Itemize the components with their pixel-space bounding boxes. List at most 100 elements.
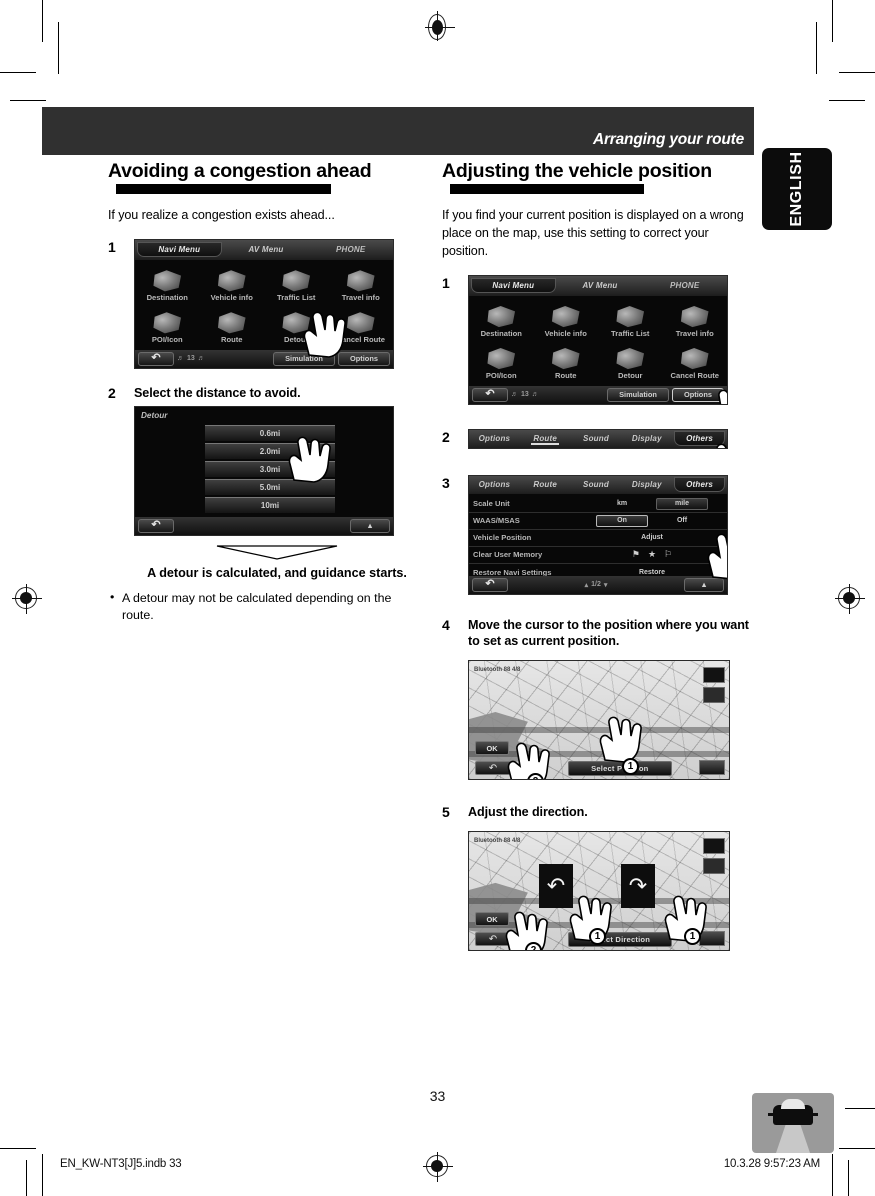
tab-display[interactable]: Display: [621, 434, 672, 443]
step-number: 2: [108, 384, 116, 401]
tab-phone[interactable]: PHONE: [642, 281, 727, 290]
tab-sound[interactable]: Sound: [571, 434, 622, 443]
registration-mark-top: [425, 11, 455, 41]
map-button[interactable]: ▲: [684, 577, 725, 592]
tab-route[interactable]: Route: [520, 434, 571, 446]
page-down-icon[interactable]: ▾: [604, 581, 608, 589]
menu-item-detour[interactable]: Detour: [598, 340, 663, 382]
menu-item-poi-icon[interactable]: POI/Icon: [135, 304, 200, 346]
back-button[interactable]: ↶: [475, 932, 511, 947]
menu-item-cancel-route[interactable]: Cancel Route: [329, 304, 394, 346]
simulation-button[interactable]: Simulation: [273, 351, 335, 366]
back-button[interactable]: ↶: [138, 351, 174, 366]
map-canvas[interactable]: Bluetooth 88 4/8 OK ↶ Select Position: [469, 661, 729, 780]
detour-option[interactable]: 5.0mi: [205, 478, 335, 495]
ok-button[interactable]: OK: [475, 912, 509, 927]
menu-item-destination[interactable]: Destination: [469, 298, 534, 340]
setting-row-scale-unit: Scale Unit km mile: [469, 496, 727, 513]
cancel-route-icon: [346, 312, 375, 334]
tab-av-menu[interactable]: AV Menu: [224, 245, 309, 254]
menu-item-detour[interactable]: Detour: [264, 304, 329, 346]
detour-option[interactable]: 3.0mi: [205, 460, 335, 477]
select-position-label: Select Position: [567, 761, 672, 777]
menu-item-travel-info[interactable]: Travel info: [663, 298, 728, 340]
waas-off-button[interactable]: Off: [656, 515, 708, 527]
tab-display[interactable]: Display: [621, 480, 672, 489]
poi-icon: [487, 348, 516, 370]
menu-item-travel-info[interactable]: Travel info: [329, 262, 394, 304]
map-zoom-out-button[interactable]: [703, 687, 725, 704]
pin-icon[interactable]: ⚐: [664, 549, 672, 560]
ok-button[interactable]: OK: [475, 741, 509, 756]
map-corner-label: Bluetooth 88 4/8: [474, 838, 521, 845]
tab-options[interactable]: Options: [469, 480, 520, 489]
waas-on-button[interactable]: On: [596, 514, 648, 527]
menu-item-vehicle-info[interactable]: Vehicle info: [200, 262, 265, 304]
menu-item-poi-icon[interactable]: POI/Icon: [469, 340, 534, 382]
back-button[interactable]: ↶: [472, 577, 508, 592]
travel-info-icon: [680, 306, 709, 328]
detour-option[interactable]: 0.6mi: [205, 424, 335, 441]
back-button[interactable]: ↶: [138, 518, 174, 533]
options-settings-screenshot: Options Route Sound Display Others Scale…: [468, 474, 728, 595]
map-road-band: [469, 727, 729, 734]
page-title-right: Adjusting the vehicle position: [442, 160, 754, 198]
detour-option[interactable]: 2.0mi: [205, 442, 335, 459]
step-right-2: 2 Options Route Sound Display Others: [442, 428, 754, 449]
menu-item-label: POI/Icon: [485, 370, 517, 380]
tab-sound[interactable]: Sound: [571, 480, 622, 489]
menu-item-vehicle-info[interactable]: Vehicle info: [534, 298, 599, 340]
star-icon[interactable]: ★: [648, 549, 656, 560]
vehicle-info-icon: [551, 306, 580, 328]
back-button[interactable]: ↶: [472, 387, 508, 402]
tab-av-menu[interactable]: AV Menu: [558, 281, 643, 290]
menu-item-route[interactable]: Route: [534, 340, 599, 382]
vehicle-position-adjust-button[interactable]: Adjust: [626, 532, 678, 544]
simulation-button[interactable]: Simulation: [607, 387, 669, 402]
menu-item-traffic-list[interactable]: Traffic List: [598, 298, 663, 340]
scale-unit-mile-button[interactable]: mile: [656, 497, 708, 510]
tab-others[interactable]: Others: [674, 477, 725, 493]
back-button[interactable]: ↶: [475, 761, 511, 776]
step-right-5: 5 Adjust the direction. Bluetooth 88 4/8…: [442, 804, 754, 952]
section-title-right-text: Adjusting the vehicle position: [442, 160, 712, 182]
map-view-button[interactable]: [699, 760, 725, 776]
title-rule: [450, 183, 644, 194]
map-zoom-in-button[interactable]: [703, 667, 725, 684]
map-button[interactable]: ▲: [350, 518, 390, 533]
map-zoom-out-button[interactable]: [703, 858, 725, 875]
tab-navi-menu[interactable]: Navi Menu: [471, 278, 556, 294]
tab-options[interactable]: Options: [469, 434, 520, 443]
tab-route[interactable]: Route: [520, 480, 571, 489]
back-arrow-icon: ↶: [485, 388, 495, 401]
detour-option[interactable]: 10mi: [205, 496, 335, 513]
route-icon: [217, 312, 246, 334]
setting-row-vehicle-position: Vehicle Position Adjust: [469, 530, 727, 547]
options-button[interactable]: Options: [338, 351, 390, 366]
menu-item-cancel-route[interactable]: Cancel Route: [663, 340, 728, 382]
menu-item-label: Cancel Route: [336, 334, 386, 344]
menu-item-traffic-list[interactable]: Traffic List: [264, 262, 329, 304]
tab-navi-menu[interactable]: Navi Menu: [137, 242, 222, 258]
back-arrow-icon: ↶: [151, 519, 161, 532]
rotate-right-button[interactable]: ↷: [621, 864, 655, 909]
menu-item-label: Vehicle info: [544, 328, 587, 338]
map-view-button[interactable]: [699, 931, 725, 947]
crop-mark: [845, 1108, 875, 1109]
menu-item-destination[interactable]: Destination: [135, 262, 200, 304]
map-zoom-in-button[interactable]: [703, 838, 725, 855]
tab-others[interactable]: Others: [674, 431, 725, 447]
tab-phone[interactable]: PHONE: [308, 245, 393, 254]
footer-file-name: EN_KW-NT3[J]5.indb 33: [60, 1158, 182, 1170]
flag-icon[interactable]: ⚑: [632, 549, 640, 560]
step-number: 1: [442, 274, 450, 291]
page-indicator: 1/2: [591, 581, 601, 589]
menu-item-route[interactable]: Route: [200, 304, 265, 346]
scale-unit-km-button[interactable]: km: [596, 498, 648, 510]
detour-icon: [282, 312, 311, 334]
crop-mark: [0, 1148, 36, 1149]
nav-menu-grid: Destination Vehicle info Traffic List Tr…: [135, 262, 393, 346]
page-up-icon[interactable]: ▴: [585, 581, 589, 589]
rotate-left-button[interactable]: ↶: [539, 864, 573, 909]
options-button[interactable]: Options: [672, 387, 724, 402]
